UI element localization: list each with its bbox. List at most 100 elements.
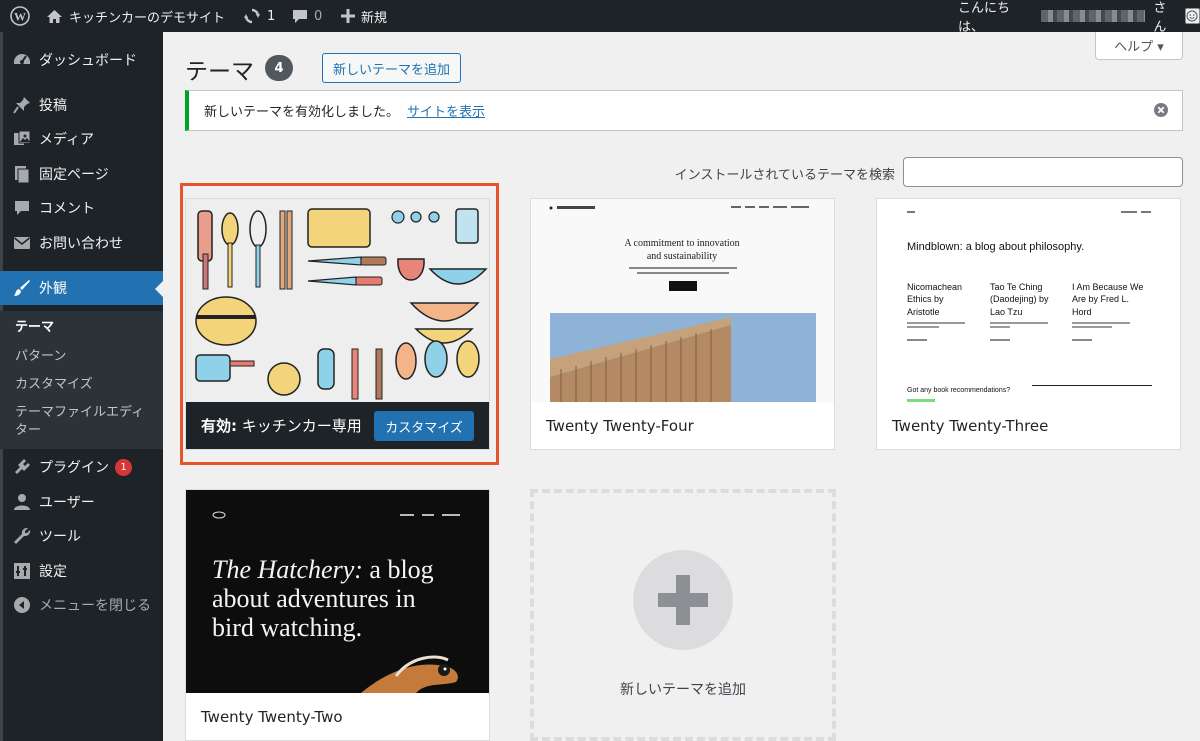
active-prefix: 有効: <box>201 417 237 435</box>
theme-card-active[interactable]: 有効: キッチンカー専用... カスタマイズ <box>185 198 490 450</box>
comment-icon <box>293 10 307 23</box>
menu-tools[interactable]: ツール <box>0 519 163 553</box>
svg-text:Tao Te Ching: Tao Te Ching <box>990 282 1042 292</box>
submenu-customize[interactable]: カスタマイズ <box>15 376 93 394</box>
svg-text:Lao Tzu: Lao Tzu <box>990 307 1022 317</box>
menu-collapse[interactable]: メニューを閉じる <box>0 588 163 622</box>
admin-sidebar: ダッシュボード 投稿 メディア 固定ページ コメント お問い合わせ 外観 テーマ… <box>0 32 163 741</box>
dismiss-icon[interactable] <box>1154 103 1168 117</box>
greeting-suffix: さん <box>1153 1 1167 35</box>
comment-icon <box>12 198 32 218</box>
avatar <box>1184 8 1200 24</box>
wordpress-logo-icon[interactable]: W <box>10 0 30 32</box>
new-content-link[interactable]: 新規 <box>341 0 387 32</box>
t24-headline-line2: and sustainability <box>647 251 717 262</box>
menu-media[interactable]: メディア <box>0 122 163 156</box>
updates-count: 1 <box>267 8 276 24</box>
page-title: テーマ <box>185 59 254 85</box>
active-theme-label: 有効: キッチンカー専用... <box>201 415 361 436</box>
svg-text:W: W <box>14 10 26 24</box>
svg-text:Hord: Hord <box>1072 307 1092 317</box>
svg-text:(Daodejing) by: (Daodejing) by <box>990 294 1049 304</box>
view-site-link[interactable]: サイトを表示 <box>407 101 485 120</box>
theme-screenshot-t23: Mindblown: a blog about philosophy. Nico… <box>877 199 1180 402</box>
menu-collapse-label: メニューを閉じる <box>39 598 151 614</box>
menu-dashboard-label: ダッシュボード <box>39 53 137 69</box>
customize-button[interactable]: カスタマイズ <box>374 411 474 441</box>
theme-screenshot-t22: The Hatchery: a blog about adventures in… <box>186 490 489 693</box>
wrench-icon <box>12 526 32 546</box>
theme-screenshot-t24: A commitment to innovation and sustainab… <box>531 199 834 402</box>
theme-card-twenty-twenty-two[interactable]: The Hatchery: a blog about adventures in… <box>185 489 490 741</box>
menu-tools-label: ツール <box>39 529 81 545</box>
theme-card-twenty-twenty-three[interactable]: Mindblown: a blog about philosophy. Nico… <box>876 198 1181 450</box>
submenu-theme-file-editor-line2: ター <box>15 423 42 438</box>
submenu-themes[interactable]: テーマ <box>15 319 54 337</box>
mail-icon <box>12 233 32 253</box>
menu-settings[interactable]: 設定 <box>0 554 163 588</box>
site-name-link[interactable]: キッチンカーのデモサイト <box>46 0 225 32</box>
comments-count: 0 <box>314 8 323 24</box>
appearance-submenu: テーマ パターン カスタマイズ テーマファイルエディ ター <box>0 311 163 449</box>
theme-search-input[interactable] <box>903 157 1183 187</box>
menu-settings-label: 設定 <box>39 564 67 580</box>
active-theme-name: キッチンカー専用... <box>241 417 361 435</box>
add-new-theme-card[interactable]: 新しいテーマを追加 <box>530 489 836 741</box>
user-icon <box>12 492 32 512</box>
menu-users-label: ユーザー <box>39 495 95 511</box>
collapse-icon <box>12 595 32 615</box>
theme-name-t24: Twenty Twenty-Four <box>546 417 694 435</box>
t23-footer-text: Got any book recommendations? <box>907 387 1010 394</box>
home-icon <box>47 9 62 23</box>
theme-name-t22: Twenty Twenty-Two <box>201 708 343 726</box>
submenu-theme-file-editor[interactable]: テーマファイルエディ ター <box>15 404 144 440</box>
success-notice: 新しいテーマを有効化しました。 サイトを表示 <box>185 90 1183 131</box>
theme-card-twenty-twenty-four[interactable]: A commitment to innovation and sustainab… <box>530 198 835 450</box>
active-theme-bar: 有効: キッチンカー専用... カスタマイズ <box>186 402 489 449</box>
plugins-update-badge: 1 <box>115 458 132 476</box>
svg-text:Nicomachean: Nicomachean <box>907 282 962 292</box>
help-button[interactable]: ヘルプ ▾ <box>1095 32 1183 60</box>
menu-comments[interactable]: コメント <box>0 191 163 225</box>
menu-media-label: メディア <box>39 132 95 148</box>
plus-icon <box>341 9 355 23</box>
site-name: キッチンカーのデモサイト <box>69 10 226 26</box>
my-account-link[interactable]: こんにちは、 さん <box>958 0 1200 35</box>
settings-icon <box>12 561 32 581</box>
menu-posts[interactable]: 投稿 <box>0 88 163 122</box>
menu-appearance[interactable]: 外観 <box>0 271 163 305</box>
updates-icon <box>244 8 260 24</box>
dashboard-icon <box>12 50 32 70</box>
svg-text:The Hatchery: a blog: The Hatchery: a blog <box>212 555 434 584</box>
menu-users[interactable]: ユーザー <box>0 485 163 519</box>
menu-plugins[interactable]: プラグイン 1 <box>0 450 163 484</box>
menu-appearance-label: 外観 <box>39 281 67 297</box>
svg-text:Aristotle: Aristotle <box>907 307 940 317</box>
notice-message: 新しいテーマを有効化しました。 <box>204 105 400 120</box>
svg-text:about adventures in: about adventures in <box>212 584 416 613</box>
updates-link[interactable]: 1 <box>243 0 275 32</box>
menu-contact[interactable]: お問い合わせ <box>0 226 163 260</box>
svg-text:Ethics by: Ethics by <box>907 294 944 304</box>
menu-dashboard[interactable]: ダッシュボード <box>0 43 163 77</box>
greeting: こんにちは、 <box>958 1 1011 35</box>
menu-contact-label: お問い合わせ <box>39 236 123 252</box>
pin-icon <box>12 95 32 115</box>
t24-headline-line1: A commitment to innovation <box>624 238 739 249</box>
menu-posts-label: 投稿 <box>39 98 67 114</box>
comments-link[interactable]: 0 <box>292 0 322 32</box>
plus-icon <box>633 550 733 650</box>
menu-comments-label: コメント <box>39 201 95 217</box>
menu-plugins-label: プラグイン <box>39 460 109 476</box>
plugin-icon <box>12 457 32 477</box>
add-new-theme-button[interactable]: 新しいテーマを追加 <box>322 53 461 83</box>
page-icon <box>12 164 32 184</box>
submenu-patterns[interactable]: パターン <box>15 348 66 366</box>
menu-pages-label: 固定ページ <box>39 167 109 183</box>
brush-icon <box>12 278 32 298</box>
admin-bar: W キッチンカーのデモサイト 1 0 新規 こんにちは、 さん <box>0 0 1200 35</box>
svg-text:Are by Fred L.: Are by Fred L. <box>1072 294 1129 304</box>
menu-pages[interactable]: 固定ページ <box>0 157 163 191</box>
new-label: 新規 <box>361 10 388 26</box>
blurred-username <box>1041 10 1146 22</box>
